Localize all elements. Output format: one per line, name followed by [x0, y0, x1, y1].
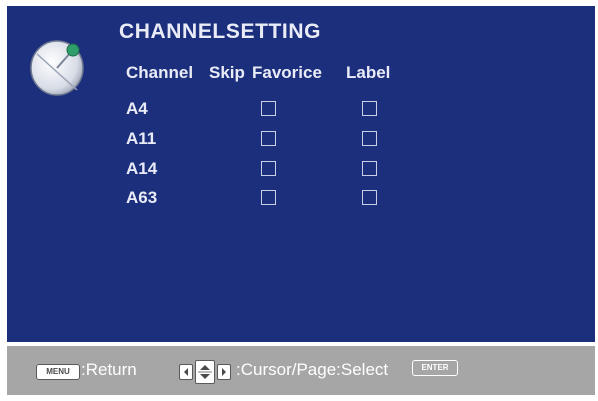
- skip-checkbox[interactable]: [261, 161, 276, 176]
- menu-key[interactable]: MENU: [36, 364, 80, 380]
- table-row[interactable]: A11: [126, 129, 156, 149]
- header-skip: Skip: [209, 63, 245, 82]
- favorite-checkbox[interactable]: [362, 161, 377, 176]
- cursor-page-select-hint: :Cursor/Page:Select: [236, 360, 389, 379]
- header-favorice: Favorice: [252, 63, 322, 82]
- channel-name: A11: [126, 129, 157, 148]
- favorite-checkbox[interactable]: [362, 131, 377, 146]
- enter-key[interactable]: ENTER: [412, 360, 458, 376]
- help-bar: MENU :Return :Cursor/Page:Select ENTER: [7, 346, 595, 395]
- channel-setting-panel: CHANNELSETTING Channel Skip Favorice Lab…: [7, 6, 595, 342]
- table-row[interactable]: A4: [126, 99, 148, 119]
- return-hint: :Return: [81, 360, 137, 379]
- table-row[interactable]: A14: [126, 159, 157, 179]
- satellite-dish-icon: [30, 40, 84, 96]
- header-label: Label: [346, 63, 391, 82]
- skip-checkbox[interactable]: [261, 101, 276, 116]
- page-title: CHANNELSETTING: [119, 20, 322, 43]
- table-row[interactable]: A63: [126, 188, 157, 208]
- channel-name: A14: [126, 159, 158, 178]
- favorite-checkbox[interactable]: [362, 190, 377, 205]
- left-arrow-icon[interactable]: [179, 364, 193, 380]
- header-channel: Channel: [126, 63, 194, 82]
- skip-checkbox[interactable]: [261, 190, 276, 205]
- osd-screen: CHANNELSETTING Channel Skip Favorice Lab…: [7, 6, 595, 395]
- right-arrow-icon[interactable]: [217, 364, 231, 380]
- skip-checkbox[interactable]: [261, 131, 276, 146]
- channel-name: A4: [126, 99, 148, 118]
- up-down-arrow-icon[interactable]: [195, 360, 215, 384]
- favorite-checkbox[interactable]: [362, 101, 377, 116]
- channel-name: A63: [126, 188, 158, 207]
- column-headers: Channel Skip Favorice Label: [126, 63, 406, 83]
